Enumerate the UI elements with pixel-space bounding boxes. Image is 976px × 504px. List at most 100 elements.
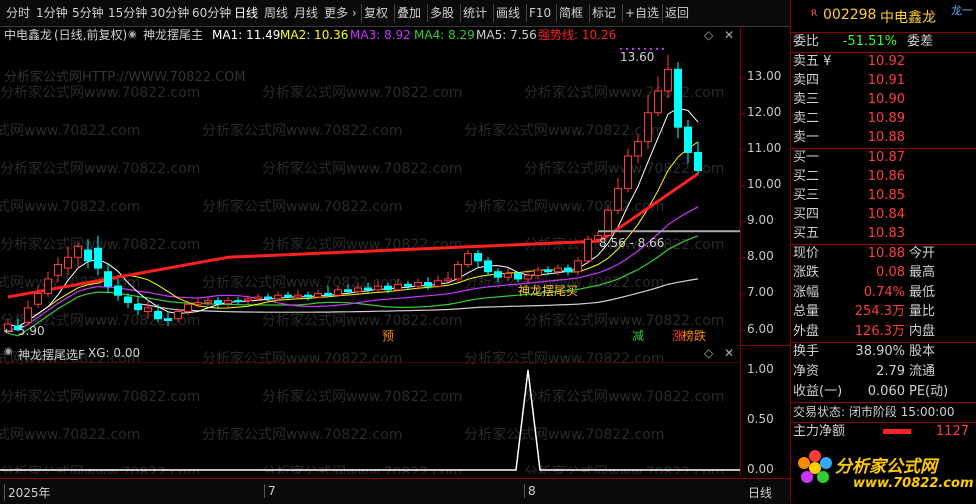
candle[interactable] xyxy=(144,300,152,319)
toolbar-20[interactable]: 返回 xyxy=(665,0,689,26)
toolbar-18[interactable]: 标记 xyxy=(592,0,616,26)
candle[interactable] xyxy=(34,286,42,308)
candle[interactable] xyxy=(514,271,522,283)
toolbar-14[interactable]: 统计 xyxy=(463,0,487,26)
candle[interactable] xyxy=(654,76,662,117)
toolbar-3[interactable]: 5分钟 xyxy=(72,0,104,26)
candle[interactable] xyxy=(314,289,322,299)
candle[interactable] xyxy=(684,119,692,164)
candle[interactable] xyxy=(434,275,442,288)
indicator-name[interactable]: 神龙摆尾主 xyxy=(143,26,203,44)
toolbar-7[interactable]: 日线 xyxy=(234,0,258,26)
sub-close-icon[interactable]: ✕ xyxy=(724,346,734,360)
toolbar-8[interactable]: 周线 xyxy=(264,0,288,26)
toolbar-12[interactable]: 叠加 xyxy=(397,0,421,26)
candlestick-chart[interactable]: 8.56 - 8.6613.60← 5.90神龙摆尾买预减涨榜跌 xyxy=(0,44,740,344)
stat2-row-value: 2.79 xyxy=(876,364,905,379)
toolbar-19[interactable]: +自选 xyxy=(625,0,659,26)
sell-row[interactable]: 卖四 10.91 xyxy=(791,71,976,90)
candle[interactable] xyxy=(114,278,122,301)
candle[interactable] xyxy=(674,62,682,138)
candle[interactable] xyxy=(74,242,82,269)
sub-diamond-icon[interactable]: ◇ xyxy=(704,346,713,360)
candle[interactable] xyxy=(334,286,342,298)
candle[interactable] xyxy=(354,282,362,294)
buy-row[interactable]: 买五 10.83 xyxy=(791,224,976,243)
toolbar-11[interactable]: 复权 xyxy=(364,0,388,26)
candle[interactable] xyxy=(364,282,372,294)
candle[interactable] xyxy=(54,257,62,283)
toolbar-16[interactable]: F10 xyxy=(529,0,551,26)
signal-label: 神龙摆尾买 xyxy=(518,284,578,298)
toolbar-4[interactable]: 15分钟 xyxy=(108,0,147,26)
toolbar-13[interactable]: 多股 xyxy=(430,0,454,26)
candle[interactable] xyxy=(164,311,172,326)
candle[interactable] xyxy=(494,268,502,283)
candle[interactable] xyxy=(504,268,512,281)
sub-indicator-value: XG: 0.00 xyxy=(88,346,141,360)
candle[interactable] xyxy=(324,286,332,298)
sell-row[interactable]: 卖二 10.89 xyxy=(791,109,976,128)
candle[interactable] xyxy=(344,284,352,294)
candle[interactable] xyxy=(374,280,382,292)
sub-toggle-icon[interactable]: ◉ xyxy=(4,346,13,357)
diamond-icon[interactable]: ◇ xyxy=(704,26,713,44)
sell-row[interactable]: 卖五 ¥ 10.92 xyxy=(791,52,976,71)
indicator-toggle-icon[interactable]: ◉ xyxy=(128,26,137,44)
candle[interactable] xyxy=(254,293,262,301)
sell-row[interactable]: 卖一 10.88 xyxy=(791,128,976,147)
candle[interactable] xyxy=(24,300,32,326)
sub-indicator-chart[interactable] xyxy=(0,362,740,478)
candle[interactable] xyxy=(44,271,52,298)
candle[interactable] xyxy=(214,297,222,308)
candle[interactable] xyxy=(464,250,472,269)
candle[interactable] xyxy=(454,260,462,283)
toolbar-1[interactable]: 分时 xyxy=(6,0,30,26)
candle[interactable] xyxy=(664,54,672,99)
candle[interactable] xyxy=(474,250,482,269)
candle[interactable] xyxy=(294,289,302,299)
buy-row[interactable]: 买一 10.87 xyxy=(791,148,976,167)
sub-indicator-name[interactable]: 神龙摆尾选F xyxy=(18,346,85,363)
candle[interactable] xyxy=(134,297,142,316)
candle[interactable] xyxy=(224,297,232,308)
buy-row[interactable]: 买三 10.85 xyxy=(791,186,976,205)
candle[interactable] xyxy=(534,266,542,279)
candle[interactable] xyxy=(64,246,72,276)
candle[interactable] xyxy=(694,141,702,175)
buy-row[interactable]: 买二 10.86 xyxy=(791,167,976,186)
dragon-tag[interactable]: 龙一 xyxy=(951,2,973,18)
sell-row[interactable]: 卖三 10.90 xyxy=(791,90,976,109)
candle[interactable] xyxy=(304,291,312,301)
candle[interactable] xyxy=(564,264,572,276)
candle[interactable] xyxy=(274,291,282,301)
tick-mark xyxy=(741,329,745,331)
candle[interactable] xyxy=(394,278,402,292)
candle[interactable] xyxy=(554,264,562,276)
candle[interactable] xyxy=(644,94,652,149)
buy-row[interactable]: 买四 10.84 xyxy=(791,205,976,224)
candle[interactable] xyxy=(624,148,632,193)
toolbar-9[interactable]: 月线 xyxy=(294,0,318,26)
toolbar-15[interactable]: 画线 xyxy=(496,0,520,26)
sub-tick: 0.00 xyxy=(747,462,774,476)
candle[interactable] xyxy=(204,297,212,307)
toolbar-6[interactable]: 60分钟 xyxy=(192,0,231,26)
toolbar-2[interactable]: 1分钟 xyxy=(36,0,68,26)
candle[interactable] xyxy=(104,264,112,294)
toolbar-10[interactable]: 更多 › xyxy=(324,0,357,26)
toolbar-5[interactable]: 30分钟 xyxy=(150,0,189,26)
close-icon[interactable]: ✕ xyxy=(724,26,734,44)
candle[interactable] xyxy=(574,257,582,276)
candle[interactable] xyxy=(444,271,452,283)
ma3-value: MA3: 8.92 xyxy=(350,28,411,42)
candle[interactable] xyxy=(484,257,492,276)
candle[interactable] xyxy=(584,235,592,263)
toolbar-17[interactable]: 简框 xyxy=(559,0,583,26)
tick-mark xyxy=(741,293,745,295)
candle[interactable] xyxy=(94,235,102,276)
candle[interactable] xyxy=(614,177,622,214)
candle[interactable] xyxy=(234,297,242,305)
candle[interactable] xyxy=(404,280,412,290)
candle[interactable] xyxy=(634,134,642,164)
